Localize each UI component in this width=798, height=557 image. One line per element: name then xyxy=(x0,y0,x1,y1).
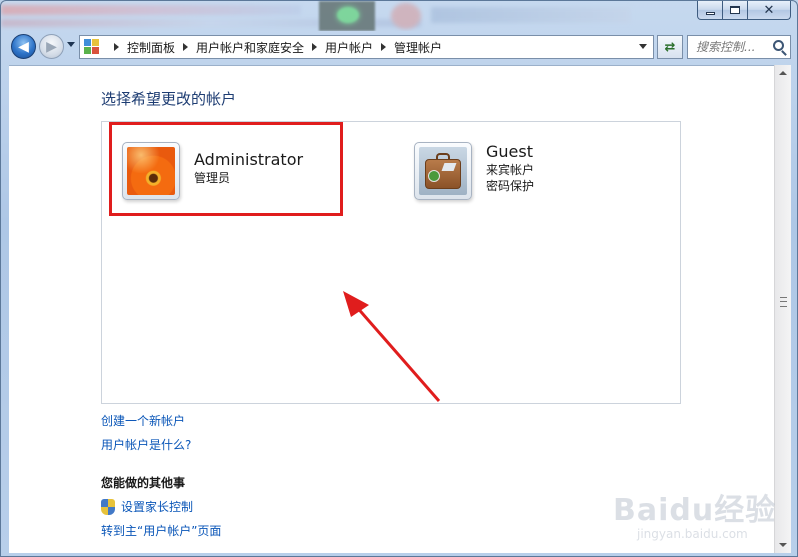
minimize-icon xyxy=(705,11,715,15)
watermark-url: jingyan.baidu.com xyxy=(637,527,748,541)
uac-shield-icon xyxy=(101,498,115,515)
vertical-scrollbar[interactable] xyxy=(774,65,791,553)
caption-buttons: ✕ xyxy=(697,1,791,20)
back-button[interactable]: ◀ xyxy=(11,34,36,59)
account-type: 来宾帐户 xyxy=(486,163,535,177)
breadcrumb-separator-icon[interactable] xyxy=(312,43,318,51)
back-arrow-icon: ◀ xyxy=(18,38,29,55)
close-icon: ✕ xyxy=(763,2,775,18)
search-input[interactable] xyxy=(696,40,766,54)
glass-background xyxy=(1,1,691,31)
account-picture xyxy=(414,142,472,200)
breadcrumb-separator-icon[interactable] xyxy=(114,43,119,51)
flower-picture-icon xyxy=(127,147,175,195)
account-tile-guest[interactable]: Guest 来宾帐户 密码保护 xyxy=(414,142,534,200)
maximize-icon xyxy=(730,6,740,14)
refresh-button[interactable]: ⇄ xyxy=(657,35,683,59)
content-pane: 选择希望更改的帐户 Administrator 管理员 Guest 来宾帐户 密… xyxy=(9,65,774,553)
control-panel-icon xyxy=(84,39,100,55)
maximize-button[interactable] xyxy=(723,1,748,20)
breadcrumb-manage-accounts[interactable]: 管理帐户 xyxy=(394,39,442,56)
baidu-watermark: Baidu经验 jingyan.baidu.com xyxy=(613,485,783,551)
refresh-icon: ⇄ xyxy=(664,39,676,55)
parental-controls-link[interactable]: 设置家长控制 xyxy=(101,498,193,515)
search-box[interactable] xyxy=(687,35,791,59)
breadcrumb-separator-icon[interactable] xyxy=(183,43,189,51)
recent-pages-dropdown[interactable] xyxy=(67,42,75,47)
navigation-bar: ◀ ▶ 控制面板 用户帐户和家庭安全 用户帐户 管理帐户 ⇄ xyxy=(1,31,798,63)
page-title: 选择希望更改的帐户 xyxy=(101,90,237,108)
minimize-button[interactable] xyxy=(697,1,723,20)
close-button[interactable]: ✕ xyxy=(748,1,791,20)
account-password-status: 密码保护 xyxy=(486,179,535,193)
window-frame: ✕ ◀ ▶ 控制面板 用户帐户和家庭安全 用户帐户 管理帐户 ⇄ 选择希望更改的… xyxy=(0,0,798,557)
go-to-user-accounts-label: 转到主“用户帐户”页面 xyxy=(101,524,222,538)
suitcase-picture-icon xyxy=(419,147,467,195)
search-icon[interactable] xyxy=(773,40,784,51)
account-picture xyxy=(122,142,180,200)
account-links: 创建一个新帐户 用户帐户是什么? xyxy=(101,409,191,457)
breadcrumb-control-panel[interactable]: 控制面板 xyxy=(127,39,175,56)
other-tasks-heading: 您能做的其他事 xyxy=(101,476,186,490)
create-account-link[interactable]: 创建一个新帐户 xyxy=(101,409,191,433)
watermark-logo: Baidu经验 xyxy=(613,493,777,528)
account-name: Administrator xyxy=(194,150,304,169)
breadcrumb-user-accounts-family[interactable]: 用户帐户和家庭安全 xyxy=(196,39,304,56)
breadcrumb-user-accounts[interactable]: 用户帐户 xyxy=(325,39,373,56)
account-tile-administrator[interactable]: Administrator 管理员 xyxy=(122,142,303,200)
annotation-arrow xyxy=(343,291,441,402)
account-name: Guest xyxy=(486,142,533,161)
go-to-user-accounts-link[interactable]: 转到主“用户帐户”页面 xyxy=(101,522,221,539)
address-bar[interactable]: 控制面板 用户帐户和家庭安全 用户帐户 管理帐户 xyxy=(79,35,654,59)
scroll-up-icon[interactable] xyxy=(779,71,787,75)
forward-arrow-icon: ▶ xyxy=(46,38,57,55)
account-type: 管理员 xyxy=(194,171,231,185)
scroll-thumb[interactable] xyxy=(780,297,787,307)
forward-button[interactable]: ▶ xyxy=(39,34,64,59)
address-dropdown-icon[interactable] xyxy=(639,44,647,49)
breadcrumb-separator-icon[interactable] xyxy=(381,43,387,51)
parental-controls-label: 设置家长控制 xyxy=(121,500,194,514)
what-is-user-account-link[interactable]: 用户帐户是什么? xyxy=(101,433,191,457)
